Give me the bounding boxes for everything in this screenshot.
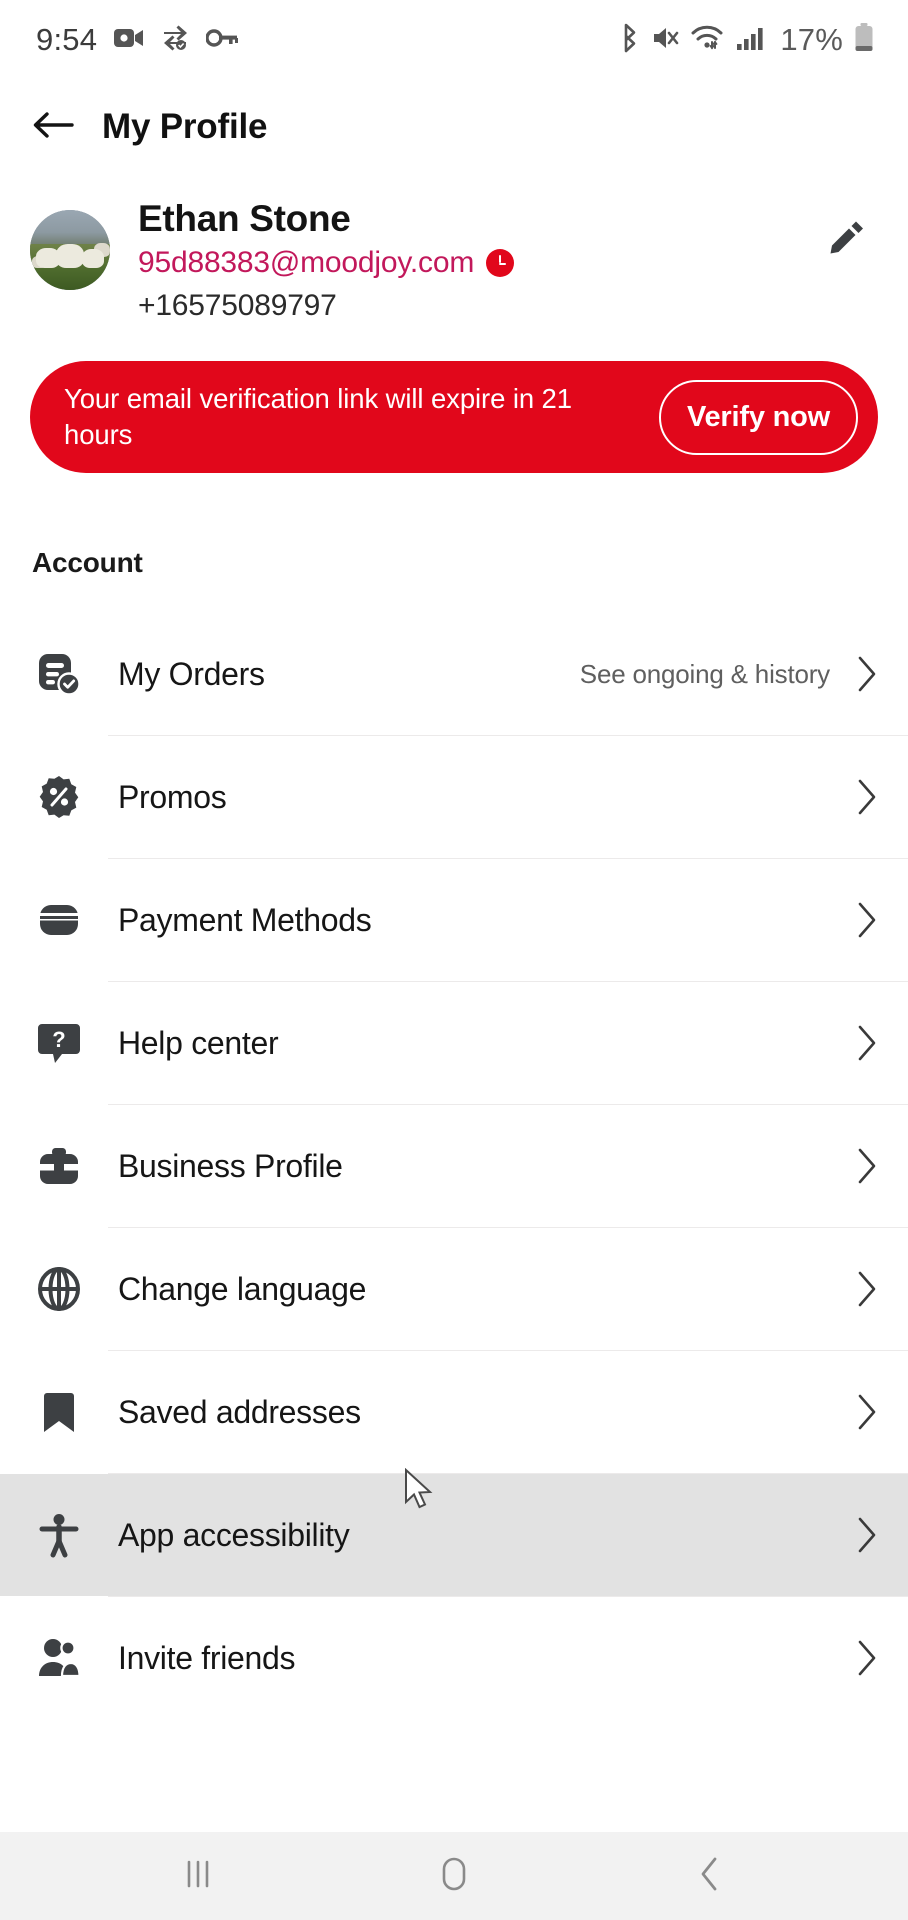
discount-icon <box>32 770 86 824</box>
chevron-right-icon <box>856 1270 878 1308</box>
menu-item-saved-addresses[interactable]: Saved addresses <box>0 1351 908 1473</box>
menu-item-payment-methods[interactable]: Payment Methods <box>0 859 908 981</box>
transfer-icon <box>161 25 189 56</box>
recents-button[interactable] <box>153 1846 243 1906</box>
mute-icon <box>652 25 680 56</box>
menu-item-subtitle: See ongoing & history <box>579 658 830 689</box>
battery-icon <box>854 22 874 58</box>
menu-item-promos[interactable]: Promos <box>0 736 908 858</box>
chevron-right-icon <box>856 1024 878 1062</box>
key-icon <box>205 28 239 53</box>
globe-icon <box>32 1262 86 1316</box>
question-icon: ? <box>32 1016 86 1070</box>
avatar[interactable] <box>30 210 110 290</box>
bookmark-icon <box>32 1385 86 1439</box>
menu-item-business-profile[interactable]: Business Profile <box>0 1105 908 1227</box>
verify-now-button[interactable]: Verify now <box>658 379 858 455</box>
app-header: My Profile <box>0 80 908 174</box>
email-verification-banner: Your email verification link will expire… <box>30 361 878 474</box>
menu-item-my-orders[interactable]: My Orders See ongoing & history <box>0 613 908 735</box>
edit-profile-button[interactable] <box>820 212 874 266</box>
nav-back-button[interactable] <box>665 1846 755 1906</box>
home-button[interactable] <box>409 1846 499 1906</box>
chevron-right-icon <box>856 778 878 816</box>
status-bar-right: 17% <box>619 22 874 58</box>
profile-details: Ethan Stone 95d88383@moodjoy.com +165750… <box>110 198 820 323</box>
chevron-right-icon <box>856 901 878 939</box>
chevron-right-icon <box>856 1639 878 1677</box>
svg-text:?: ? <box>52 1027 65 1052</box>
page-title: My Profile <box>102 107 268 146</box>
back-arrow-icon <box>32 110 74 145</box>
menu-item-label: App accessibility <box>118 1516 350 1553</box>
status-bar: 9:54 17% <box>0 0 908 80</box>
orders-icon <box>32 647 86 701</box>
menu-item-label: Saved addresses <box>118 1393 361 1430</box>
chevron-right-icon <box>856 1393 878 1431</box>
home-icon <box>437 1854 471 1899</box>
profile-phone: +16575089797 <box>138 289 337 323</box>
menu-item-help-center[interactable]: ? Help center <box>0 982 908 1104</box>
avatar-sky <box>30 210 110 247</box>
menu-item-change-language[interactable]: Change language <box>0 1228 908 1350</box>
menu-item-label: Business Profile <box>118 1147 343 1184</box>
bluetooth-icon <box>619 23 641 58</box>
menu-item-label: Invite friends <box>118 1639 296 1676</box>
system-navigation-bar <box>0 1832 908 1920</box>
video-camera-icon <box>114 26 144 55</box>
pending-clock-badge-icon <box>486 249 515 278</box>
status-time: 9:54 <box>36 22 98 57</box>
avatar-sheep <box>56 244 84 268</box>
avatar-sheep <box>82 249 104 268</box>
menu-item-label: Payment Methods <box>118 901 372 938</box>
pencil-icon <box>828 218 866 261</box>
account-section-title: Account <box>32 547 143 579</box>
menu-item-label: My Orders <box>118 655 265 692</box>
banner-message: Your email verification link will expire… <box>64 383 572 451</box>
menu-item-label: Promos <box>118 778 227 815</box>
chevron-right-icon <box>856 655 878 693</box>
profile-name: Ethan Stone <box>138 198 351 239</box>
profile-email-row: 95d88383@moodjoy.com <box>138 246 820 280</box>
people-icon <box>32 1631 86 1685</box>
accessibility-icon <box>32 1508 86 1562</box>
credit-card-icon <box>32 893 86 947</box>
chevron-right-icon <box>856 1516 878 1554</box>
status-bar-left: 9:54 <box>36 22 239 58</box>
nav-back-icon <box>695 1855 725 1898</box>
menu-item-label: Change language <box>118 1270 367 1307</box>
briefcase-icon <box>32 1139 86 1193</box>
profile-summary: Ethan Stone 95d88383@moodjoy.com +165750… <box>0 174 908 323</box>
wifi-icon <box>691 25 725 56</box>
profile-email: 95d88383@moodjoy.com <box>138 246 475 280</box>
recents-icon <box>181 1856 215 1897</box>
menu-item-invite-friends[interactable]: Invite friends <box>0 1597 908 1719</box>
chevron-right-icon <box>856 1147 878 1185</box>
battery-percent: 17% <box>780 22 843 57</box>
menu-item-label: Help center <box>118 1024 279 1061</box>
signal-icon <box>736 25 766 56</box>
menu-item-app-accessibility[interactable]: App accessibility <box>0 1474 908 1597</box>
back-button[interactable] <box>30 104 76 150</box>
account-menu: My Orders See ongoing & history Promos P… <box>0 613 908 1719</box>
